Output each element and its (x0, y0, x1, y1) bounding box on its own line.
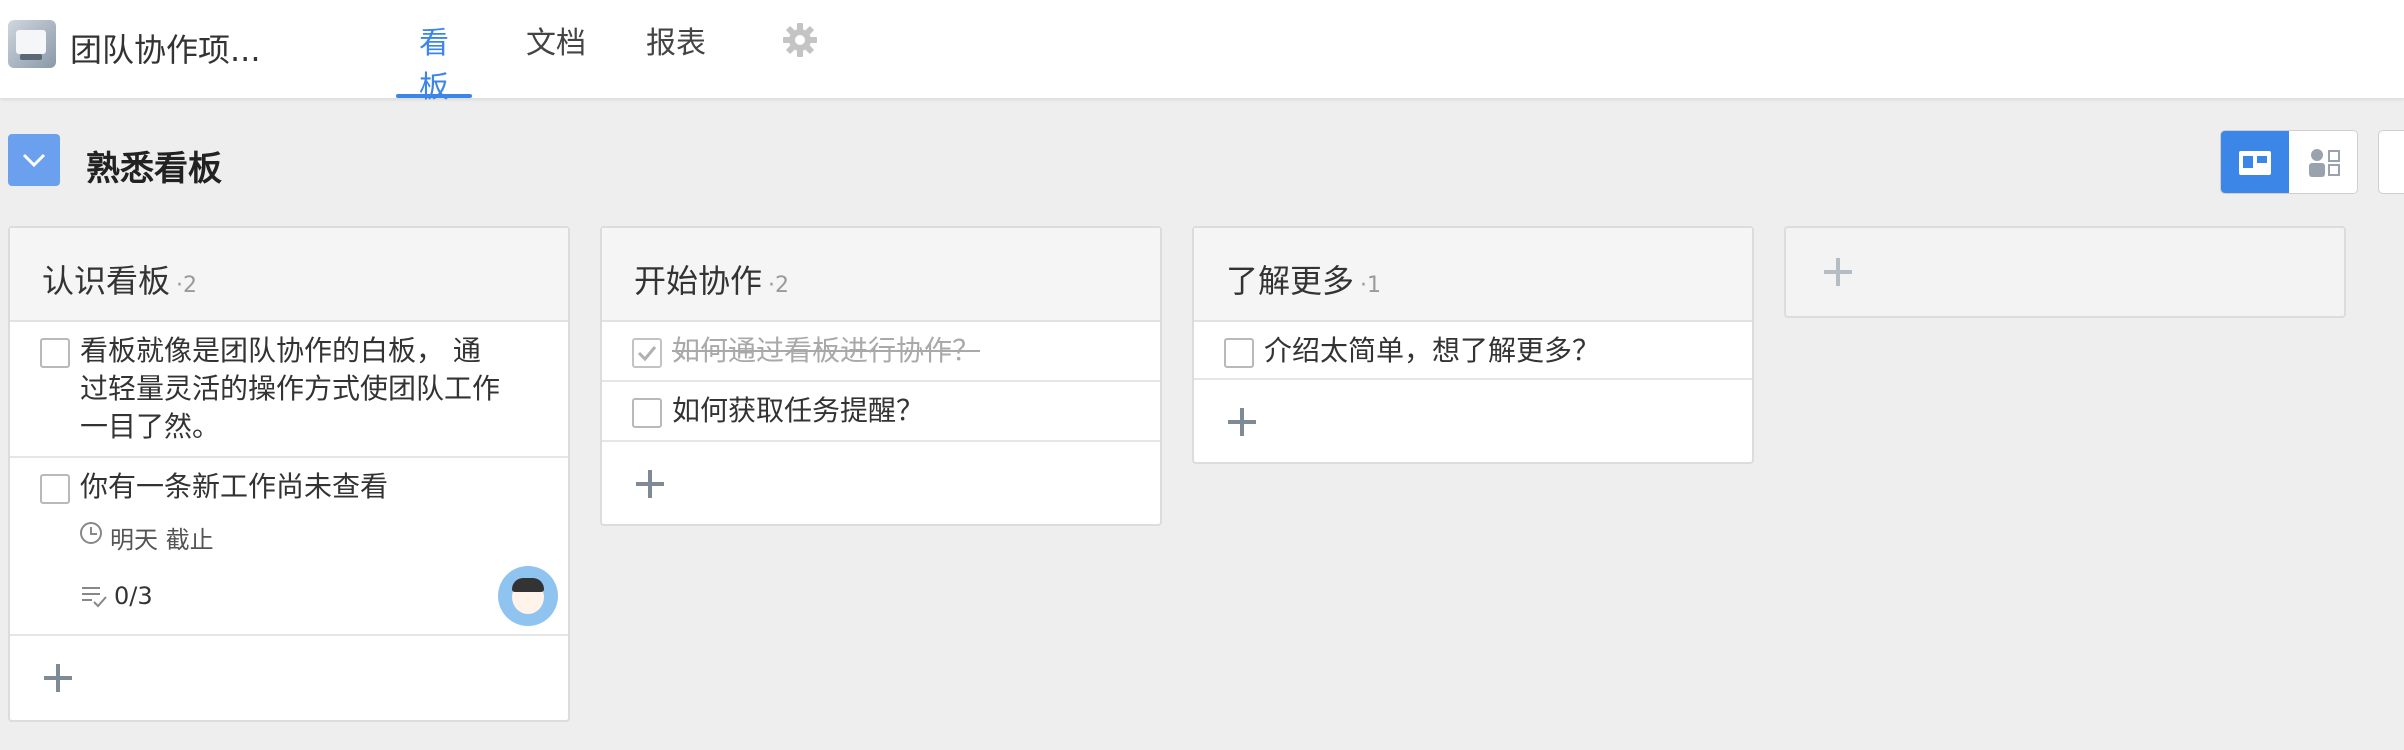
tab-kanban[interactable]: 看板 (396, 18, 472, 105)
member-view-button[interactable] (2289, 131, 2357, 193)
plus-icon (40, 660, 76, 696)
project-logo[interactable] (8, 20, 56, 68)
board-title: 熟悉看板 (86, 149, 222, 189)
list-column: 认识看板 ·2 看板就像是团队协作的白板， 通过轻量灵活的操作方式使团队工作一目了… (8, 226, 570, 722)
task-title: 介绍太简单，想了解更多？ (1264, 334, 1601, 367)
chevron-down-icon (22, 153, 46, 168)
view-switch (2220, 130, 2358, 194)
add-card-button[interactable] (1194, 380, 1752, 462)
project-title[interactable]: 团队协作项... (70, 25, 261, 71)
gear-icon[interactable] (780, 20, 820, 60)
task-card[interactable]: 如何通过看板进行协作？ (602, 322, 1160, 382)
list-header[interactable]: 了解更多 ·1 (1194, 228, 1752, 322)
kanban-view-button[interactable] (2221, 131, 2289, 193)
clock-icon (80, 522, 102, 544)
task-card[interactable]: 如何获取任务提醒？ (602, 382, 1160, 442)
checklist-progress: 0/3 (114, 582, 153, 610)
tab-reports[interactable]: 报表 (646, 18, 706, 98)
task-card[interactable]: 介绍太简单，想了解更多？ (1194, 322, 1752, 380)
plus-icon (632, 466, 668, 502)
list-title: 认识看板 (42, 262, 171, 300)
list-title: 开始协作 (634, 262, 763, 300)
task-card[interactable]: 看板就像是团队协作的白板， 通过轻量灵活的操作方式使团队工作一目了然。 (10, 322, 568, 458)
list-count: ·1 (1360, 273, 1382, 298)
task-checkbox[interactable] (632, 338, 662, 368)
check-icon (637, 346, 657, 362)
list-header[interactable]: 开始协作 ·2 (602, 228, 1160, 322)
avatar[interactable] (498, 566, 558, 626)
add-card-button[interactable] (10, 636, 568, 720)
list-column: 了解更多 ·1 介绍太简单，想了解更多？ (1192, 226, 1754, 464)
board-menu-toggle[interactable] (8, 134, 60, 186)
due-date: 明天 截止 (110, 526, 214, 554)
task-checkbox[interactable] (1224, 338, 1254, 368)
plus-icon (1820, 254, 1856, 290)
task-title: 如何通过看板进行协作？ (672, 334, 981, 367)
top-bar: 团队协作项... 看板 文档 报表 (0, 0, 2404, 105)
task-title: 看板就像是团队协作的白板， 通过轻量灵活的操作方式使团队工作一目了然。 (80, 334, 501, 443)
checklist-icon (82, 587, 107, 608)
task-checkbox[interactable] (632, 398, 662, 428)
task-title: 如何获取任务提醒？ (672, 394, 925, 427)
member-view-icon (2309, 149, 2340, 177)
list-count: ·2 (176, 273, 198, 298)
task-checkbox[interactable] (40, 474, 70, 504)
add-list-button[interactable] (1784, 226, 2346, 318)
list-header[interactable]: 认识看板 ·2 (10, 228, 568, 322)
kanban-view-icon (2239, 151, 2271, 175)
board-action-button[interactable] (2378, 130, 2404, 194)
plus-icon (1224, 404, 1260, 440)
task-title: 你有一条新工作尚未查看 (80, 470, 389, 503)
list-title: 了解更多 (1226, 262, 1355, 300)
list-column: 开始协作 ·2 如何通过看板进行协作？ 如何获取任务提醒？ (600, 226, 1162, 526)
add-card-button[interactable] (602, 442, 1160, 524)
tab-docs[interactable]: 文档 (526, 18, 586, 98)
list-count: ·2 (768, 273, 790, 298)
task-checkbox[interactable] (40, 338, 70, 368)
